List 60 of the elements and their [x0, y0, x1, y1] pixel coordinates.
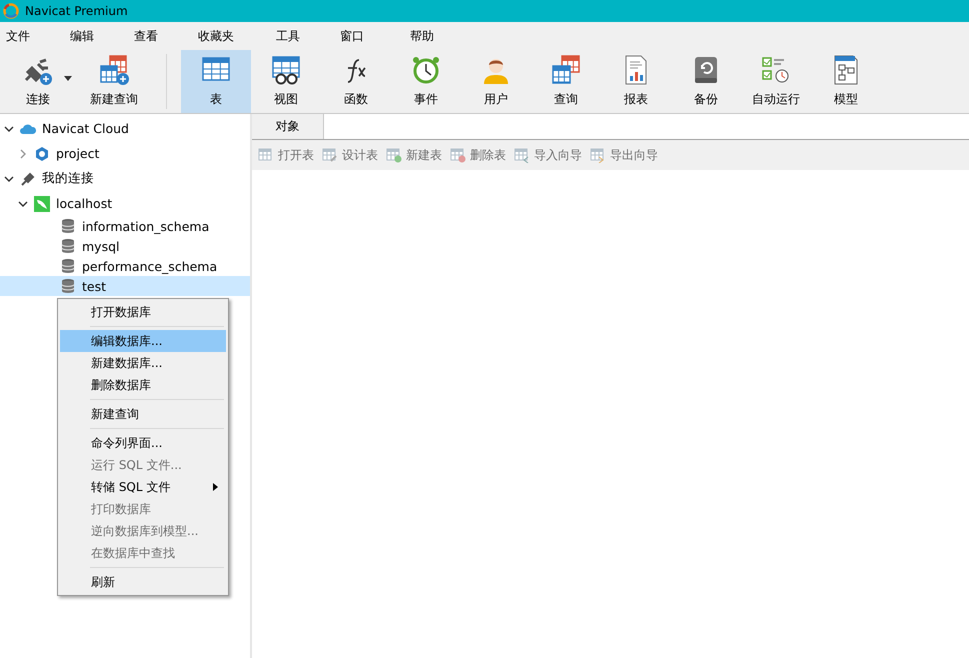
table-icon	[258, 147, 274, 163]
menu-item[interactable]: 查看	[134, 28, 198, 44]
toolbar-button[interactable]: 视图	[251, 50, 321, 113]
alarm-clock-icon	[410, 54, 442, 86]
toolbar-button[interactable]: 用户	[461, 50, 531, 113]
tree-item[interactable]: performance_schema	[0, 256, 250, 276]
menu-item[interactable]: 编辑数据库...	[60, 330, 226, 352]
plug-icon	[20, 170, 36, 186]
toolbar-button[interactable]: 查询	[531, 50, 601, 113]
toolbar-button[interactable]: 事件	[391, 50, 461, 113]
menu-item[interactable]: 转储 SQL 文件	[60, 476, 226, 498]
table-icon	[386, 147, 402, 163]
tree-item[interactable]: project	[0, 141, 250, 166]
table-icon	[514, 147, 530, 163]
view-icon	[270, 54, 302, 86]
toolbar-button[interactable]: 报表	[601, 50, 671, 113]
caret-icon[interactable]	[64, 76, 72, 81]
tree-item[interactable]: mysql	[0, 236, 250, 256]
menu-item[interactable]: 新建查询	[60, 403, 226, 425]
table-icon	[590, 147, 606, 163]
menu-item[interactable]: 工具	[276, 28, 340, 44]
query-icon	[550, 54, 582, 86]
chevron-down-icon[interactable]	[4, 174, 14, 184]
app-logo-icon	[3, 3, 19, 19]
chevron-right-icon[interactable]	[18, 148, 28, 158]
tree-item[interactable]: localhost	[0, 191, 250, 216]
toolbar-button[interactable]: 新建查询	[76, 50, 152, 113]
hexagon-icon	[34, 146, 50, 162]
toolbar-button[interactable]: 自动运行	[741, 50, 811, 113]
tree-item[interactable]: test	[0, 276, 250, 296]
tab[interactable]: 对象	[252, 114, 324, 139]
menu-item[interactable]: 删除数据库	[60, 374, 226, 396]
window-title: Navicat Premium	[25, 4, 128, 18]
menu-item[interactable]: 帮助	[410, 28, 474, 44]
toolbar-button[interactable]: 备份	[671, 50, 741, 113]
chevron-down-icon[interactable]	[4, 124, 14, 134]
menu-item[interactable]: 编辑	[70, 28, 134, 44]
toolbar-button[interactable]: 函数	[321, 50, 391, 113]
menu-item[interactable]: 收藏夹	[198, 28, 276, 44]
menu-item[interactable]: 窗口	[340, 28, 410, 44]
database-icon	[60, 278, 76, 294]
table-icon	[322, 147, 338, 163]
database-icon	[60, 258, 76, 274]
menu-item[interactable]: 刷新	[60, 571, 226, 593]
toolbar-button[interactable]: 模型	[811, 50, 881, 113]
tree-item[interactable]: information_schema	[0, 216, 250, 236]
new-query-icon	[98, 54, 130, 86]
database-icon	[60, 238, 76, 254]
menu-item[interactable]: 文件	[6, 28, 70, 44]
menu-item[interactable]: 命令列界面...	[60, 432, 226, 454]
table-icon	[450, 147, 466, 163]
chevron-down-icon[interactable]	[18, 198, 28, 208]
submenu-arrow-icon	[213, 483, 218, 491]
toolbar-button[interactable]: 连接	[0, 50, 76, 113]
menu-item[interactable]: 新建数据库...	[60, 352, 226, 374]
tree-item[interactable]: 我的连接	[0, 166, 250, 191]
database-icon	[60, 218, 76, 234]
toolbar-button[interactable]: 表	[181, 50, 251, 113]
tree-item[interactable]: Navicat Cloud	[0, 116, 250, 141]
menu-item[interactable]: 打开数据库	[60, 301, 226, 323]
